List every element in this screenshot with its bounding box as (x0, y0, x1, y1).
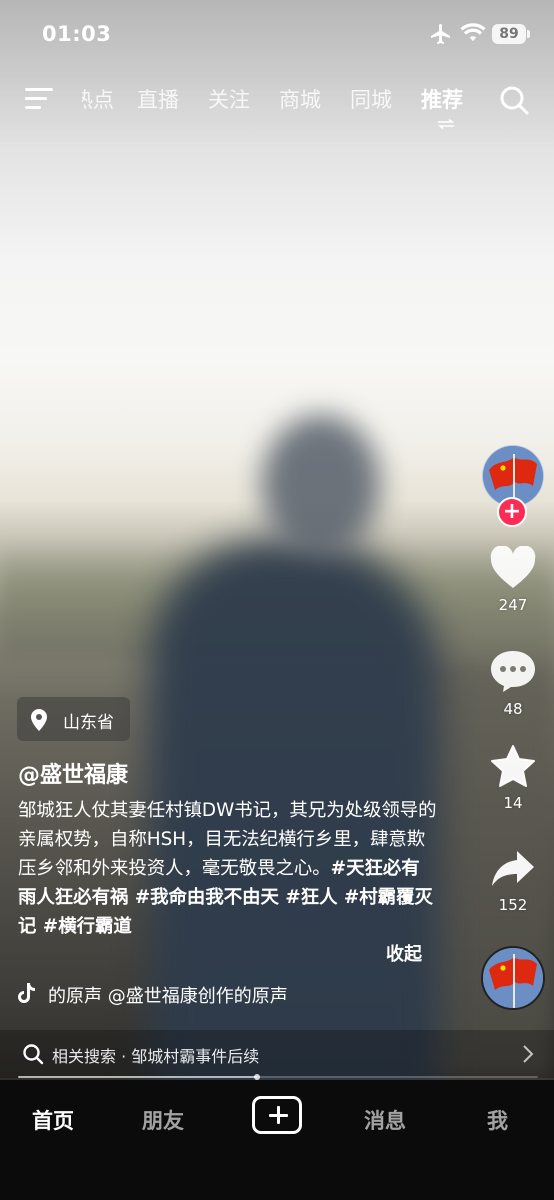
search-icon (22, 1043, 44, 1069)
video-progress-bar[interactable] (18, 1074, 538, 1080)
tab-home[interactable]: 首页 (32, 1105, 74, 1135)
heart-icon (489, 545, 537, 594)
like-count: 247 (498, 596, 528, 614)
tab-live[interactable]: 直播 (137, 84, 179, 114)
bottom-tab-bar: 首页 朋友 消息 我 (0, 1080, 554, 1200)
status-time: 01:03 (42, 22, 112, 46)
tab-local[interactable]: 同城 (350, 84, 392, 114)
share-icon (490, 851, 536, 894)
related-search-bar[interactable]: 相关搜索 · 邹城村霸事件后续 (0, 1030, 554, 1078)
favorite-button[interactable]: 14 (482, 744, 544, 812)
music-title: 的原声 @盛世福康创作的原声 (48, 986, 288, 1007)
top-navigation: 热点 直播 关注 商城 同城 推荐 (0, 78, 554, 130)
comment-count: 48 (503, 700, 523, 718)
video-description: 邹城狂人仗其妻任村镇DW书记，其兄为处级领导的亲属权势，自称HSH，目无法纪横行… (18, 796, 438, 941)
airplane-icon (428, 22, 454, 50)
music-info[interactable]: 的原声 @盛世福康创作的原声 (18, 980, 458, 1008)
tab-recommended[interactable]: 推荐 (421, 84, 463, 114)
location-label: 山东省 (63, 713, 114, 733)
tab-me[interactable]: 我 (487, 1105, 508, 1135)
status-bar: 01:03 89 (0, 0, 554, 70)
create-post-button[interactable] (252, 1096, 302, 1134)
collapse-button[interactable]: 收起 (386, 940, 422, 966)
switch-arrows-icon (436, 114, 456, 130)
top-tabs: 热点 直播 关注 商城 同城 推荐 (68, 84, 488, 120)
comment-button[interactable]: 48 (482, 648, 544, 718)
related-search-text: 相关搜索 · 邹城村霸事件后续 (52, 1047, 260, 1066)
share-count: 152 (498, 896, 528, 914)
chevron-right-icon (522, 1044, 534, 1068)
tab-following[interactable]: 关注 (208, 84, 250, 114)
music-disc[interactable] (481, 946, 545, 1010)
location-chip[interactable]: 山东省 (17, 697, 130, 741)
star-icon (490, 745, 536, 792)
tiktok-note-icon (18, 982, 36, 1008)
tab-mall[interactable]: 商城 (279, 84, 321, 114)
like-button[interactable]: 247 (482, 545, 544, 614)
favorite-count: 14 (503, 794, 523, 812)
location-pin-icon (29, 708, 49, 736)
menu-icon[interactable] (25, 86, 53, 112)
follow-button[interactable]: + (497, 497, 527, 527)
comment-icon (489, 651, 537, 698)
tab-messages[interactable]: 消息 (364, 1105, 406, 1135)
author-name[interactable]: @盛世福康 (18, 757, 128, 789)
video-subject-head-blurred (262, 415, 380, 555)
share-button[interactable]: 152 (482, 848, 544, 914)
right-action-rail (474, 0, 554, 1080)
progress-fill (18, 1076, 258, 1078)
tab-friends[interactable]: 朋友 (142, 1105, 184, 1135)
tab-hot[interactable]: 热点 (82, 84, 114, 114)
